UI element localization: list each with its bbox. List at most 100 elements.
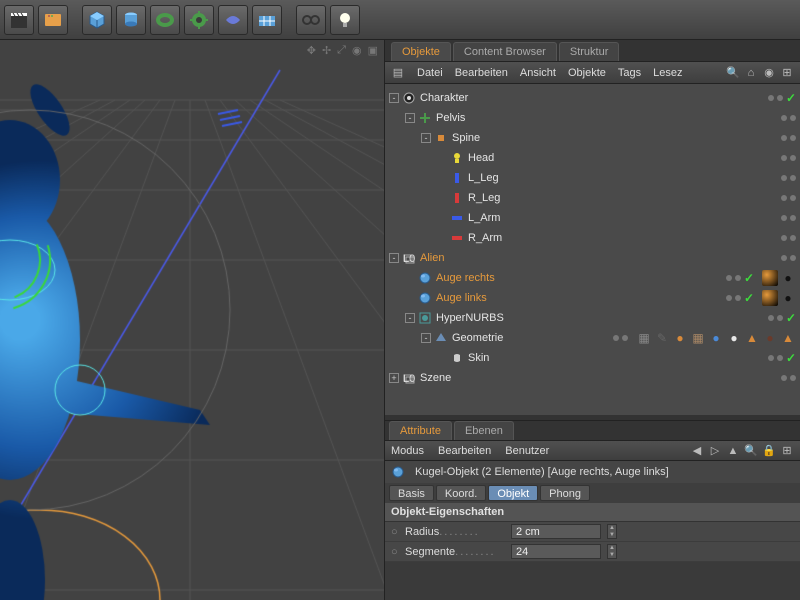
toggle-icon[interactable]: -	[405, 113, 415, 123]
render-tool-button[interactable]	[38, 5, 68, 35]
menu-lesez[interactable]: Lesez	[653, 67, 682, 79]
attr-tab-attribute[interactable]: Attribute	[389, 421, 452, 440]
glasses-tool-button[interactable]	[296, 5, 326, 35]
check-icon[interactable]: ✓	[744, 271, 754, 285]
visibility-dots[interactable]	[781, 175, 796, 181]
tab-objekte[interactable]: Objekte	[391, 42, 451, 61]
clapper-tool-button[interactable]	[4, 5, 34, 35]
orbit-icon[interactable]: ◉	[352, 44, 362, 57]
menu-tags[interactable]: Tags	[618, 67, 641, 79]
tag-l[interactable]: ✎	[654, 330, 670, 346]
light-tool-button[interactable]	[330, 5, 360, 35]
spinner[interactable]: ▲▼	[607, 544, 617, 559]
menu-ansicht[interactable]: Ansicht	[520, 67, 556, 79]
spinner[interactable]: ▲▼	[607, 524, 617, 539]
tab-content-browser[interactable]: Content Browser	[453, 42, 557, 61]
grid-tool-button[interactable]	[252, 5, 282, 35]
menu-datei[interactable]: Datei	[417, 67, 443, 79]
tree-item-l-arm[interactable]: L_Arm	[385, 208, 800, 228]
toggle-icon[interactable]: -	[405, 313, 415, 323]
tag-chk[interactable]: ▦	[636, 330, 652, 346]
prop-input-radius[interactable]	[511, 524, 601, 539]
check-icon[interactable]: ✓	[786, 91, 796, 105]
check-icon[interactable]: ✓	[786, 351, 796, 365]
tree-item-geometrie[interactable]: -Geometrie▦✎●▦●●▲●▲	[385, 328, 800, 348]
tag-orange[interactable]	[762, 290, 778, 306]
nav-fwd-icon[interactable]: ▷	[708, 444, 722, 458]
tag-tri[interactable]: ▲	[744, 330, 760, 346]
prop-input-segmente[interactable]	[511, 544, 601, 559]
toggle-icon[interactable]	[437, 233, 447, 243]
tag-tri[interactable]: ▲	[780, 330, 796, 346]
menu-objekte[interactable]: Objekte	[568, 67, 606, 79]
zoom-icon[interactable]: ⤢	[337, 44, 346, 57]
toggle-icon[interactable]	[405, 273, 415, 283]
search-icon[interactable]: 🔍	[726, 66, 740, 80]
tree-item-hypernurbs[interactable]: -HyperNURBS✓	[385, 308, 800, 328]
visibility-dots[interactable]: ✓	[768, 311, 796, 325]
toggle-icon[interactable]	[437, 193, 447, 203]
subtab-basis[interactable]: Basis	[389, 485, 434, 501]
toggle-icon[interactable]	[405, 293, 415, 303]
torus-tool-button[interactable]	[150, 5, 180, 35]
visibility-dots[interactable]	[781, 375, 796, 381]
tag-chk2[interactable]: ▦	[690, 330, 706, 346]
visibility-dots[interactable]: ✓	[768, 351, 796, 365]
check-icon[interactable]: ✓	[786, 311, 796, 325]
tag-orange[interactable]	[762, 270, 778, 286]
toggle-icon[interactable]	[437, 213, 447, 223]
tag-black[interactable]: ●	[780, 270, 796, 286]
object-tree[interactable]: -Charakter✓-Pelvis-Spine Head L_Leg R_Le…	[385, 84, 800, 415]
subtab-koord[interactable]: Koord.	[436, 485, 486, 501]
move-axis-icon[interactable]: ✥	[307, 44, 316, 57]
attr-menu-modus[interactable]: Modus	[391, 445, 424, 457]
attr-menu-benutzer[interactable]: Benutzer	[505, 445, 549, 457]
attr-tab-ebenen[interactable]: Ebenen	[454, 421, 514, 440]
nav-back-icon[interactable]: ◀	[690, 444, 704, 458]
pan-icon[interactable]: ✢	[322, 44, 331, 57]
toggle-icon[interactable]	[437, 153, 447, 163]
visibility-dots[interactable]	[781, 135, 796, 141]
tree-item-head[interactable]: Head	[385, 148, 800, 168]
attr-menu-bearbeiten[interactable]: Bearbeiten	[438, 445, 491, 457]
tree-item-r-leg[interactable]: R_Leg	[385, 188, 800, 208]
tree-item-alien[interactable]: -L0Alien	[385, 248, 800, 268]
visibility-dots[interactable]	[781, 195, 796, 201]
toggle-icon[interactable]: -	[389, 93, 399, 103]
expand-icon[interactable]: ⊞	[780, 66, 794, 80]
toggle-icon[interactable]	[437, 353, 447, 363]
visibility-dots[interactable]: ✓	[726, 291, 754, 305]
tree-item-pelvis[interactable]: -Pelvis	[385, 108, 800, 128]
cube-tool-button[interactable]	[82, 5, 112, 35]
tag-o[interactable]: ●	[672, 330, 688, 346]
toggle-icon[interactable]: -	[421, 333, 431, 343]
viewport-3d[interactable]: ✥ ✢ ⤢ ◉ ▣	[0, 40, 385, 600]
tree-item-spine[interactable]: -Spine	[385, 128, 800, 148]
eye-icon[interactable]: ◉	[762, 66, 776, 80]
file-icon[interactable]: ▤	[391, 66, 405, 80]
lock-icon[interactable]: 🔒	[762, 444, 776, 458]
tree-item-r-arm[interactable]: R_Arm	[385, 228, 800, 248]
tree-item-auge-rechts[interactable]: Auge rechts✓●	[385, 268, 800, 288]
tag-blue[interactable]: ●	[708, 330, 724, 346]
visibility-dots[interactable]: ✓	[726, 271, 754, 285]
tree-item-l-leg[interactable]: L_Leg	[385, 168, 800, 188]
home-icon[interactable]: ⌂	[744, 66, 758, 80]
toggle-icon[interactable]	[437, 173, 447, 183]
tag-brn[interactable]: ●	[762, 330, 778, 346]
toggle-icon[interactable]: +	[389, 373, 399, 383]
visibility-dots[interactable]	[781, 215, 796, 221]
nav-up-icon[interactable]: ▲	[726, 444, 740, 458]
gear-tool-button[interactable]	[184, 5, 214, 35]
tree-item-auge-links[interactable]: Auge links✓●	[385, 288, 800, 308]
visibility-dots[interactable]: ✓	[768, 91, 796, 105]
check-icon[interactable]: ✓	[744, 291, 754, 305]
tree-item-charakter[interactable]: -Charakter✓	[385, 88, 800, 108]
tree-item-skin[interactable]: Skin✓	[385, 348, 800, 368]
subtab-phong[interactable]: Phong	[540, 485, 590, 501]
visibility-dots[interactable]	[781, 155, 796, 161]
visibility-dots[interactable]	[781, 115, 796, 121]
subtab-objekt[interactable]: Objekt	[488, 485, 538, 501]
shape-tool-button[interactable]	[218, 5, 248, 35]
toggle-icon[interactable]: -	[421, 133, 431, 143]
